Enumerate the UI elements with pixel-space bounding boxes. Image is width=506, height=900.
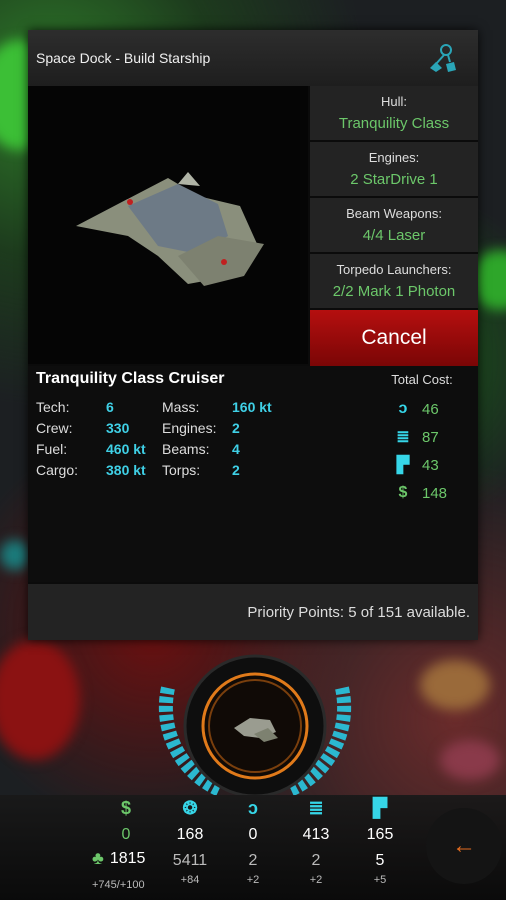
arrow-left-icon: ← <box>452 832 476 859</box>
tritanium-change: +2 <box>309 874 323 886</box>
molybdenum-icon: ▛ <box>396 457 410 474</box>
duranium-change: +2 <box>246 874 260 886</box>
ship-name: Tranquility Class Cruiser <box>36 370 225 387</box>
priority-points: Priority Points: 5 of 151 available. <box>28 584 478 640</box>
cost-tritanium-value: 87 <box>422 428 439 446</box>
stat-row: Cargo: 380 kt Torps: 2 <box>36 459 292 480</box>
total-cost-title: Total Cost: <box>391 372 453 387</box>
supplies-change: +84 <box>180 874 200 886</box>
cost-duranium-value: 46 <box>422 400 439 418</box>
stat-row: Tech: 6 Mass: 160 kt <box>36 396 292 417</box>
cost-row-molybdenum: ▛ 43 <box>372 451 472 479</box>
tech-label: Tech: <box>36 398 70 415</box>
hull-label: Hull: <box>380 94 407 109</box>
beams-count-value: 4 <box>232 440 240 457</box>
megacredits-icon: $ <box>398 484 408 501</box>
cost-row-tritanium: ≣ 87 <box>372 423 472 451</box>
fuel-value: 460 kt <box>106 440 146 457</box>
tritanium-icon: ≣ <box>308 798 324 818</box>
dialog-titlebar: Space Dock - Build Starship <box>28 30 478 86</box>
money-value: 0 <box>121 826 131 843</box>
fuel-label: Fuel: <box>36 440 68 457</box>
beam-weapons-box[interactable]: Beam Weapons: 4/4 Laser <box>310 198 478 252</box>
supplies-value: 168 <box>176 826 204 843</box>
beam-weapons-label: Beam Weapons: <box>346 206 442 221</box>
tritanium-icon: ≣ <box>396 429 410 446</box>
ship-preview <box>28 86 308 364</box>
colonists-icon: ♣ <box>92 848 104 868</box>
molybdenum-sub: 5 <box>375 852 385 869</box>
molybdenum-change: +5 <box>373 874 387 886</box>
duranium-column: ↄ 0 2 +2 <box>223 795 283 886</box>
engines-label: Engines: <box>368 150 420 165</box>
duranium-icon: ↄ <box>398 400 408 417</box>
stat-row: Fuel: 460 kt Beams: 4 <box>36 438 292 459</box>
molybdenum-column: ▛ 165 5 +5 <box>350 795 410 886</box>
torps-count-label: Torps: <box>162 461 201 478</box>
supplies-sub: 5411 <box>172 852 208 869</box>
supplies-icon: ❂ <box>182 798 198 818</box>
cost-molybdenum-value: 43 <box>422 456 439 474</box>
starbase-icon[interactable] <box>422 38 462 78</box>
colonists-value: 1815 <box>109 849 146 867</box>
torps-count-value: 2 <box>232 461 240 478</box>
dialog-title: Space Dock - Build Starship <box>36 50 211 66</box>
beam-weapons-value: 4/4 Laser <box>362 227 426 244</box>
cost-row-megacredits: $ 148 <box>372 479 472 507</box>
engines-count-value: 2 <box>232 419 240 436</box>
megacredits-icon: $ <box>120 798 131 818</box>
ship-info: Tranquility Class Cruiser Tech: 6 Mass: … <box>28 366 478 582</box>
beams-count-label: Beams: <box>162 440 210 457</box>
stat-row: Crew: 330 Engines: 2 <box>36 417 292 438</box>
duranium-icon: ↄ <box>247 798 258 818</box>
mass-label: Mass: <box>162 398 200 415</box>
torpedo-launchers-box[interactable]: Torpedo Launchers: 2/2 Mark 1 Photon <box>310 254 478 308</box>
crew-label: Crew: <box>36 419 73 436</box>
mass-value: 160 kt <box>232 398 272 415</box>
tritanium-value: 413 <box>302 826 330 843</box>
ship-stats: Tech: 6 Mass: 160 kt Crew: 330 Engines: … <box>36 396 292 480</box>
cargo-value: 380 kt <box>106 461 146 478</box>
starbase-wheel[interactable] <box>150 648 360 798</box>
starship-image <box>76 172 264 286</box>
duranium-sub: 2 <box>248 852 258 869</box>
total-cost: Total Cost: ↄ 46 ≣ 87 ▛ 43 $ 148 <box>372 372 472 507</box>
tritanium-sub: 2 <box>311 852 321 869</box>
tech-value: 6 <box>106 398 114 415</box>
back-button[interactable]: ← <box>426 808 502 884</box>
colonists-change: +745/+100 <box>92 879 145 891</box>
hull-value: Tranquility Class <box>338 115 450 132</box>
torpedo-launchers-label: Torpedo Launchers: <box>336 262 452 277</box>
cargo-label: Cargo: <box>36 461 79 478</box>
supplies-column: ❂ 168 5411 +84 <box>160 795 220 886</box>
engines-value: 2 StarDrive 1 <box>350 171 438 188</box>
molybdenum-value: 165 <box>366 826 394 843</box>
cost-megacredits-value: 148 <box>422 484 448 502</box>
build-starship-dialog: Space Dock - Build Starship Hull: Tranqu… <box>28 30 478 640</box>
crew-value: 330 <box>106 419 130 436</box>
hull-box[interactable]: Hull: Tranquility Class <box>310 86 478 140</box>
cancel-button[interactable]: Cancel <box>310 310 478 366</box>
engines-box[interactable]: Engines: 2 StarDrive 1 <box>310 142 478 196</box>
engines-count-label: Engines: <box>162 419 217 436</box>
tritanium-column: ≣ 413 2 +2 <box>286 795 346 886</box>
molybdenum-icon: ▛ <box>373 798 387 818</box>
wheel-graphic <box>158 654 352 798</box>
colonists-group: ♣ 1815 <box>92 848 145 869</box>
component-summary: Hull: Tranquility Class Engines: 2 StarD… <box>310 86 478 366</box>
cost-row-duranium: ↄ 46 <box>372 395 472 423</box>
torpedo-launchers-value: 2/2 Mark 1 Photon <box>332 283 456 300</box>
duranium-value: 0 <box>248 826 258 843</box>
money-column: $ 0 <box>96 795 156 848</box>
